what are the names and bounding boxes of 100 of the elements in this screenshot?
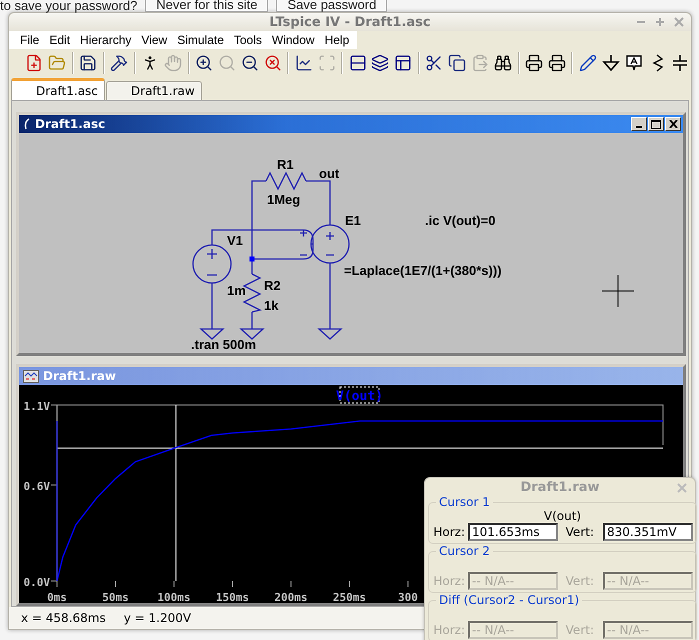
axis-tick-label: 250ms [332, 591, 366, 603]
component-label: V1 [227, 233, 243, 248]
scissors-icon [425, 54, 444, 72]
tick-mark [290, 580, 292, 588]
axis-tick-label: 200ms [274, 591, 308, 603]
cursor-readout: y = 1.200V [124, 611, 192, 625]
net-label: out [319, 166, 340, 181]
waveform-icon [23, 370, 39, 382]
clipboard-icon [471, 54, 490, 72]
component-label: R2 [264, 278, 281, 293]
close-icon [677, 483, 687, 493]
ground-symbol-icon [602, 54, 620, 72]
group-label: Diff (Cursor2 - Cursor1) [438, 594, 580, 607]
printer-icon [524, 54, 543, 72]
zoom-in-icon [194, 54, 213, 72]
binoculars-icon [494, 54, 512, 72]
document-tab[interactable]: Draft1.asc [11, 78, 105, 100]
close-icon [668, 120, 678, 128]
copy-icon [448, 54, 466, 72]
waveform-window-title: Draft1.raw [43, 369, 116, 383]
printer-icon [548, 54, 566, 72]
document-tab[interactable]: Draft1.raw [106, 81, 202, 100]
field-label: Vert: [564, 525, 594, 539]
group-label: Cursor 1 [438, 496, 491, 509]
menu-item[interactable]: Simulate [172, 31, 229, 49]
menu-item[interactable]: Window [266, 31, 320, 49]
frame-icon [318, 54, 336, 72]
axis-tick-label: 1.1V [24, 400, 50, 413]
tick-mark [50, 404, 58, 406]
value-field[interactable]: 830.351mV [603, 523, 693, 541]
value-field[interactable]: 101.653ms [468, 523, 558, 541]
axis-tick-label: 50ms [102, 591, 129, 603]
window-panels-icon [394, 54, 412, 72]
password-prompt-text: to save your password? [0, 0, 138, 12]
maximize-icon [651, 120, 661, 128]
field-label: Horz: [432, 623, 465, 637]
ground-symbol [239, 328, 265, 340]
spice-directive: .ic V(out)=0 [425, 213, 496, 228]
tick-mark [115, 580, 116, 588]
pen-icon [23, 118, 31, 130]
component-value: 1Meg [267, 192, 300, 207]
axis-tick-label: 150ms [216, 591, 250, 603]
axis-tick-label: 0.0V [24, 576, 50, 589]
spice-directive: .tran 500m [191, 337, 256, 352]
capacitor-symbol-icon [672, 54, 688, 72]
dialog-title: Draft1.raw [520, 480, 600, 494]
resistor-symbol [265, 172, 307, 190]
hand-icon [164, 54, 182, 72]
ground-symbol [199, 328, 225, 340]
field-label: Horz: [432, 525, 465, 539]
component-label: E1 [345, 213, 361, 228]
cursor-readout: x = 458.68ms [21, 611, 106, 625]
stacked-windows-icon [371, 54, 390, 72]
field-label: Vert: [564, 623, 594, 637]
horizontal-tiles-icon [348, 54, 367, 72]
zoom-out-icon [240, 54, 259, 72]
pencil-icon [578, 54, 597, 72]
component-value: 1k [264, 298, 278, 313]
controlled-source-symbol [299, 224, 350, 264]
axis-tick-label: 0ms [47, 591, 67, 603]
field-label: Vert: [564, 574, 594, 588]
tick-mark [348, 580, 350, 588]
minimize-button[interactable] [631, 117, 647, 131]
tick-mark [407, 580, 408, 588]
voltage-source-symbol [192, 244, 232, 284]
menu-item[interactable]: Edit [44, 31, 76, 49]
menu-item[interactable]: Tools [228, 31, 267, 49]
menu-item[interactable]: File [15, 31, 44, 49]
schematic-window-title: Draft1.asc [35, 117, 106, 131]
folder-icon [48, 54, 66, 72]
component-value: 1m [227, 283, 246, 298]
file-plus-icon [25, 54, 44, 72]
maximize-button[interactable] [648, 117, 664, 131]
close-button[interactable] [665, 117, 681, 131]
hammer-icon [110, 54, 128, 72]
field-label: Horz: [432, 574, 465, 588]
tick-mark [232, 580, 233, 588]
maximize-icon [654, 16, 664, 26]
group-label: Cursor 2 [438, 545, 491, 558]
ground-symbol [317, 328, 343, 340]
close-icon [674, 16, 684, 26]
axis-tick-label: 300 [398, 591, 418, 603]
trace-name: V(out) [544, 509, 582, 523]
labeled-box-icon [624, 54, 643, 72]
window-title: LTspice IV - Draft1.asc [269, 14, 431, 30]
axis-tick-label: 0.6V [24, 480, 50, 493]
crosshair-cursor-icon [602, 274, 634, 308]
menu-item[interactable]: View [136, 31, 172, 49]
wire [211, 283, 213, 329]
line-chart-icon [294, 54, 313, 72]
tick-mark [50, 484, 58, 486]
magnifier-icon [218, 54, 236, 72]
wire [306, 180, 331, 225]
menu-item[interactable]: Hierarchy [75, 31, 136, 49]
menu-item[interactable]: Help [320, 31, 354, 49]
crossed-magnifier-icon [264, 54, 282, 72]
component-value: =Laplace(1E7/(1+(380*s))) [344, 263, 502, 278]
wire [329, 263, 331, 329]
axis-tick-label: 100ms [157, 591, 191, 603]
wire [251, 312, 253, 329]
